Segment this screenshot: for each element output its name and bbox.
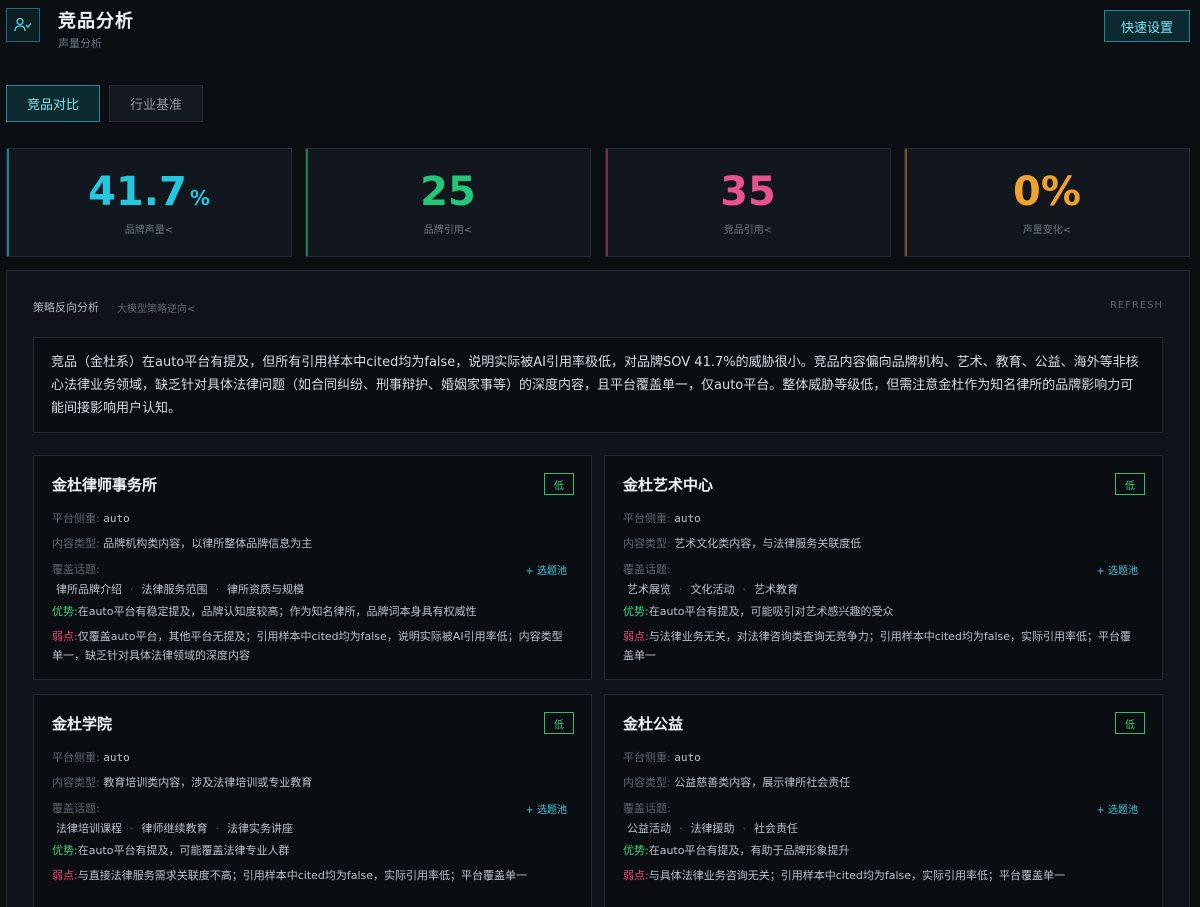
weakness-text: 弱点:与法律业务无关，对法律咨询类查询无竞争力；引用样本中cited均为fals… bbox=[623, 630, 1132, 662]
content-type-label: 内容类型: bbox=[52, 776, 100, 789]
topic-item: 法律培训课程 bbox=[56, 822, 122, 835]
stat-value: 0% bbox=[1013, 169, 1081, 215]
platform-label: 平台侧重: bbox=[52, 751, 100, 764]
competitor-card: 金杜律师事务所 低 平台侧重: auto 内容类型: 品牌机构类内容，以律所整体… bbox=[33, 455, 592, 680]
topic-list: 艺术展览 · 文化活动 · 艺术教育 bbox=[627, 583, 798, 596]
content-type-label: 内容类型: bbox=[623, 537, 671, 550]
advantage-label: 优势: bbox=[623, 605, 649, 618]
advantage-text: 优势:在auto平台有提及，可能吸引对艺术感兴趣的受众 bbox=[623, 605, 894, 618]
topic-item: 法律实务讲座 bbox=[227, 822, 293, 835]
threat-level-badge: 低 bbox=[544, 473, 574, 495]
topic-list: 法律培训课程 · 律师继续教育 · 法律实务讲座 bbox=[56, 822, 293, 835]
page-title: 竞品分析 bbox=[58, 11, 134, 32]
content-type-label: 内容类型: bbox=[623, 776, 671, 789]
analysis-summary: 竞品（金杜系）在auto平台有提及，但所有引用样本中cited均为false，说… bbox=[33, 337, 1163, 433]
topic-item: 法律援助 bbox=[690, 822, 735, 835]
stat-value: 35 bbox=[720, 169, 776, 215]
advantage-text: 优势:在auto平台有稳定提及，品牌认知度较高；作为知名律所，品牌词本身具有权威… bbox=[52, 605, 477, 618]
advantage-label: 优势: bbox=[52, 844, 78, 857]
weakness-label: 弱点: bbox=[52, 869, 78, 882]
platform-label: 平台侧重: bbox=[623, 751, 671, 764]
weakness-label: 弱点: bbox=[623, 630, 649, 643]
topic-list: 公益活动 · 法律援助 · 社会责任 bbox=[627, 822, 798, 835]
weakness-text: 弱点:仅覆盖auto平台，其他平台无提及；引用样本中cited均为false，说… bbox=[52, 630, 563, 662]
topic-item: 法律服务范围 bbox=[141, 583, 208, 596]
platform-row: 平台侧重: auto bbox=[52, 749, 130, 765]
threat-level-badge: 低 bbox=[1115, 712, 1145, 734]
user-check-icon[interactable] bbox=[6, 8, 40, 42]
weakness-label: 弱点: bbox=[52, 630, 78, 643]
competitor-card: 金杜学院 低 平台侧重: auto 内容类型: 教育培训类内容，涉及法律培训或专… bbox=[33, 694, 592, 907]
content-type-row: 内容类型: 艺术文化类内容，与法律服务关联度低 bbox=[623, 535, 861, 551]
tab-industry-benchmark[interactable]: 行业基准 bbox=[109, 85, 203, 122]
content-type-row: 内容类型: 教育培训类内容，涉及法律培训或专业教育 bbox=[52, 774, 312, 790]
stat-label[interactable]: 品牌引用< bbox=[306, 221, 590, 236]
advantage-label: 优势: bbox=[623, 844, 649, 857]
weakness-text: 弱点:与具体法律业务咨询无关；引用样本中cited均为false，实际引用率低；… bbox=[623, 869, 1066, 882]
topics-label: 覆盖话题: bbox=[52, 802, 100, 815]
panel-subtitle[interactable]: 大模型策略逆向< bbox=[117, 300, 195, 315]
content-type-value: 教育培训类内容，涉及法律培训或专业教育 bbox=[103, 776, 313, 789]
quick-settings-button[interactable]: 快速设置 bbox=[1104, 10, 1190, 42]
content-type-row: 内容类型: 公益慈善类内容，展示律所社会责任 bbox=[623, 774, 850, 790]
stat-unit: % bbox=[189, 186, 210, 210]
panel-title: 策略反向分析 bbox=[33, 301, 99, 314]
stat-label[interactable]: 声量变化< bbox=[905, 221, 1189, 236]
topic-item: 公益活动 bbox=[627, 822, 671, 835]
content-type-value: 公益慈善类内容，展示律所社会责任 bbox=[674, 776, 851, 789]
weakness-label: 弱点: bbox=[623, 869, 649, 882]
add-topic-pool-button[interactable]: + 选题池 bbox=[525, 562, 567, 577]
advantage-label: 优势: bbox=[52, 605, 78, 618]
stat-card-brand-citations: 25 品牌引用< bbox=[305, 148, 591, 257]
topic-item: 社会责任 bbox=[754, 822, 798, 835]
topic-item: 艺术展览 bbox=[627, 583, 671, 596]
topics-label: 覆盖话题: bbox=[623, 802, 671, 815]
stat-card-competitor-citations: 35 竞品引用< bbox=[605, 148, 891, 257]
competitor-name: 金杜公益 bbox=[623, 715, 684, 733]
competitor-name: 金杜律师事务所 bbox=[52, 476, 158, 494]
add-topic-pool-button[interactable]: + 选题池 bbox=[1096, 801, 1138, 816]
platform-value: auto bbox=[674, 512, 701, 525]
content-type-label: 内容类型: bbox=[52, 537, 100, 550]
topic-item: 艺术教育 bbox=[754, 583, 798, 596]
weakness-text: 弱点:与直接法律服务需求关联度不高；引用样本中cited均为false，实际引用… bbox=[52, 869, 528, 882]
competitor-name: 金杜艺术中心 bbox=[623, 476, 714, 494]
topics-label: 覆盖话题: bbox=[52, 563, 100, 576]
stat-value: 41.7% bbox=[88, 169, 210, 215]
topic-item: 律所资质与规模 bbox=[227, 583, 304, 596]
platform-value: auto bbox=[103, 751, 130, 764]
refresh-button[interactable]: REFRESH bbox=[1110, 300, 1163, 311]
topic-item: 律师继续教育 bbox=[141, 822, 208, 835]
platform-row: 平台侧重: auto bbox=[623, 749, 701, 765]
threat-level-badge: 低 bbox=[1115, 473, 1145, 495]
topics-label: 覆盖话题: bbox=[623, 563, 671, 576]
content-type-value: 品牌机构类内容，以律所整体品牌信息为主 bbox=[103, 537, 313, 550]
platform-label: 平台侧重: bbox=[623, 512, 671, 525]
threat-level-badge: 低 bbox=[544, 712, 574, 734]
stat-value: 25 bbox=[420, 169, 476, 215]
stat-card-brand-sov: 41.7% 品牌声量< bbox=[6, 148, 292, 257]
advantage-text: 优势:在auto平台有提及，有助于品牌形象提升 bbox=[623, 844, 850, 857]
competitor-name: 金杜学院 bbox=[52, 715, 113, 733]
topic-list: 律所品牌介绍 · 法律服务范围 · 律所资质与规模 bbox=[56, 583, 304, 596]
content-type-row: 内容类型: 品牌机构类内容，以律所整体品牌信息为主 bbox=[52, 535, 312, 551]
topic-item: 律所品牌介绍 bbox=[56, 583, 122, 596]
stat-label[interactable]: 竞品引用< bbox=[606, 221, 890, 236]
stat-card-sov-change: 0% 声量变化< bbox=[904, 148, 1190, 257]
content-type-value: 艺术文化类内容，与法律服务关联度低 bbox=[674, 537, 862, 550]
stat-label[interactable]: 品牌声量< bbox=[7, 221, 291, 236]
platform-label: 平台侧重: bbox=[52, 512, 100, 525]
advantage-text: 优势:在auto平台有提及，可能覆盖法律专业人群 bbox=[52, 844, 290, 857]
platform-value: auto bbox=[103, 512, 130, 525]
topic-item: 文化活动 bbox=[690, 583, 735, 596]
competitor-card: 金杜艺术中心 低 平台侧重: auto 内容类型: 艺术文化类内容，与法律服务关… bbox=[604, 455, 1163, 680]
tab-competitor-compare[interactable]: 竞品对比 bbox=[6, 85, 100, 122]
add-topic-pool-button[interactable]: + 选题池 bbox=[525, 801, 567, 816]
platform-row: 平台侧重: auto bbox=[623, 510, 701, 526]
platform-row: 平台侧重: auto bbox=[52, 510, 130, 526]
competitor-card: 金杜公益 低 平台侧重: auto 内容类型: 公益慈善类内容，展示律所社会责任… bbox=[604, 694, 1163, 907]
page-subtitle: 声量分析 bbox=[58, 37, 102, 50]
add-topic-pool-button[interactable]: + 选题池 bbox=[1096, 562, 1138, 577]
platform-value: auto bbox=[674, 751, 701, 764]
